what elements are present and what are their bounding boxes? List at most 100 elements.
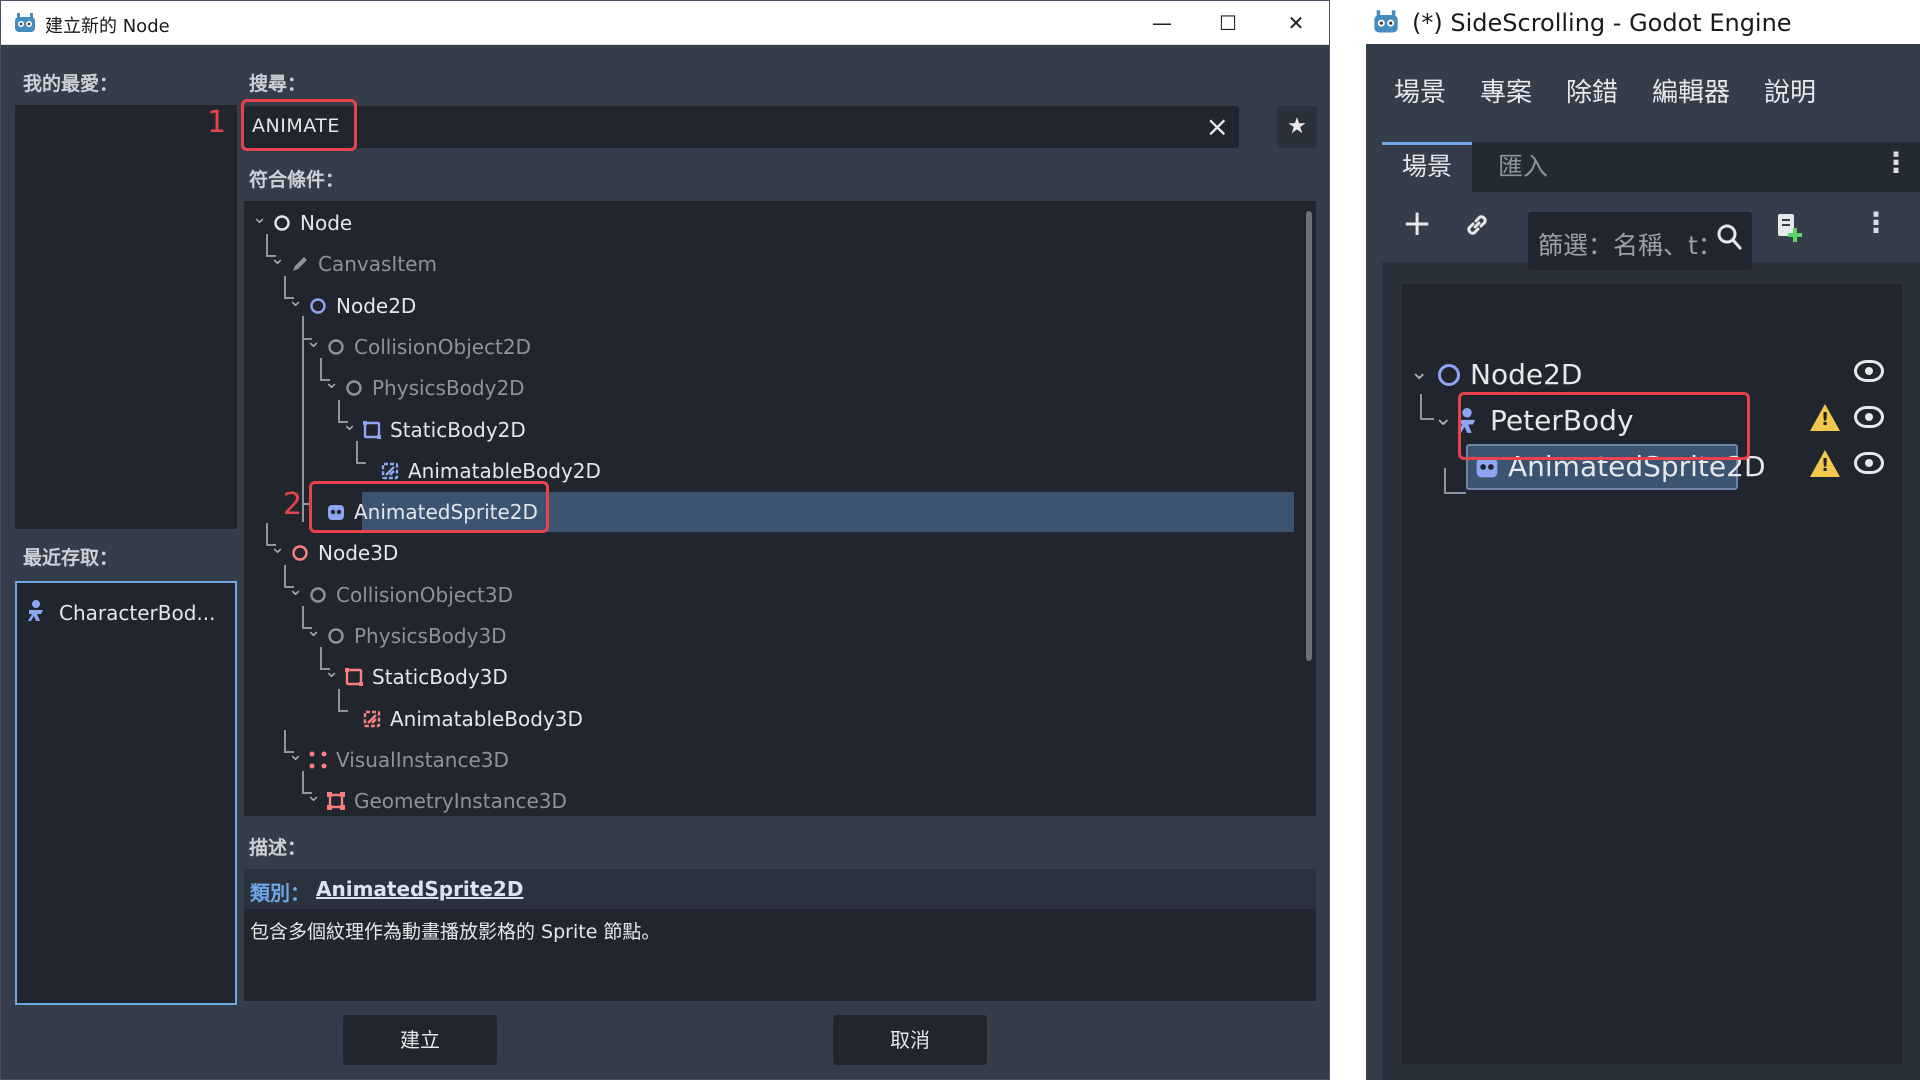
- favorite-star-button[interactable]: ★: [1277, 106, 1317, 148]
- dialog-title: 建立新的 Node: [45, 16, 170, 37]
- godot-icon: [15, 13, 35, 32]
- menu-debug[interactable]: 除錯: [1566, 72, 1618, 109]
- visual-instance-3d-icon: [309, 751, 327, 769]
- create-node-dialog: 建立新的 Node — ☐ ✕ 我的最愛： 最近存取： CharacterBod…: [0, 0, 1330, 1080]
- chevron-down-icon[interactable]: ⌄: [1410, 360, 1428, 385]
- description-header: 類別： AnimatedSprite2D: [244, 869, 1316, 909]
- tab-scene[interactable]: 場景: [1382, 142, 1473, 192]
- filter-input[interactable]: 篩選：名稱、t：: [1528, 212, 1752, 270]
- recent-item-label: CharacterBod...: [59, 601, 216, 625]
- visibility-eye-icon[interactable]: [1854, 360, 1884, 382]
- recent-list[interactable]: CharacterBod...: [15, 581, 237, 1005]
- tree-row-geometryinstance3d[interactable]: ⌄ GeometryInstance3D: [244, 781, 1294, 816]
- chevron-down-icon[interactable]: ⌄: [252, 207, 267, 228]
- tree-row-label: CollisionObject3D: [336, 582, 514, 607]
- minimize-button[interactable]: —: [1129, 1, 1195, 45]
- tree-row-label: AnimatableBody2D: [408, 458, 601, 483]
- node-circle-icon: [274, 215, 290, 231]
- node-circle-icon: [328, 339, 344, 355]
- recent-label: 最近存取：: [23, 547, 119, 569]
- attach-script-icon[interactable]: [1774, 210, 1806, 244]
- tree-row-physicsbody2d[interactable]: ⌄ PhysicsBody2D: [244, 368, 1294, 408]
- tree-row-label: StaticBody3D: [372, 665, 508, 690]
- link-icon[interactable]: [1462, 210, 1492, 240]
- warning-icon[interactable]: [1810, 404, 1840, 431]
- chevron-down-icon[interactable]: ⌄: [324, 372, 339, 393]
- tree-row-collisionobject2d[interactable]: ⌄ CollisionObject2D: [244, 327, 1294, 367]
- editor-titlebar: (*) SideScrolling - Godot Engine: [1366, 0, 1920, 44]
- search-input[interactable]: ANIMATE ×: [244, 106, 1239, 148]
- cancel-button[interactable]: 取消: [833, 1015, 987, 1065]
- tree-row-animatablebody3d[interactable]: AnimatableBody3D: [244, 699, 1294, 739]
- chevron-down-icon[interactable]: ⌄: [288, 579, 303, 600]
- menu-help[interactable]: 說明: [1764, 72, 1816, 109]
- tree-row-node2d[interactable]: ⌄ Node2D: [244, 286, 1294, 326]
- tree-row-node[interactable]: ⌄ Node: [244, 203, 1294, 243]
- node-circle-icon: [346, 380, 362, 396]
- chevron-down-icon[interactable]: ⌄: [306, 331, 321, 352]
- dock-menu-icon[interactable]: ⋮: [1882, 146, 1910, 179]
- node2d-circle-icon: [310, 297, 326, 314]
- node-circle-icon: [328, 628, 344, 644]
- tree-row-node3d[interactable]: ⌄ Node3D: [244, 533, 1294, 573]
- scene-dock: 場景 匯入 ⋮ + ⋮ 篩選：名稱、t： ⌄ Node2D ⌄ PeterBod…: [1382, 142, 1920, 1080]
- maximize-button[interactable]: ☐: [1195, 1, 1261, 45]
- scene-node-highlight-box: [1458, 392, 1750, 460]
- favorites-label: 我的最愛：: [23, 73, 119, 95]
- tree-row-staticbody3d[interactable]: ⌄ StaticBody3D: [244, 657, 1294, 697]
- static-body-3d-icon: [345, 668, 363, 687]
- godot-icon: [1374, 10, 1398, 33]
- tab-import[interactable]: 匯入: [1478, 142, 1568, 192]
- pencil-icon: [293, 257, 307, 272]
- chevron-down-icon[interactable]: ⌄: [306, 620, 321, 641]
- tree-row-collisionobject3d[interactable]: ⌄ CollisionObject3D: [244, 575, 1294, 615]
- chevron-down-icon[interactable]: ⌄: [342, 414, 357, 435]
- dock-tabs: 場景 匯入 ⋮: [1382, 142, 1920, 192]
- chevron-down-icon[interactable]: ⌄: [1434, 406, 1452, 431]
- visibility-eye-icon[interactable]: [1854, 406, 1884, 428]
- favorites-list[interactable]: [15, 105, 237, 529]
- menu-project[interactable]: 專案: [1480, 72, 1532, 109]
- chevron-down-icon[interactable]: ⌄: [288, 744, 303, 765]
- tree-row-visualinstance3d[interactable]: ⌄ VisualInstance3D: [244, 740, 1294, 780]
- clear-icon[interactable]: ×: [1206, 110, 1229, 143]
- chevron-down-icon[interactable]: ⌄: [306, 785, 321, 806]
- chevron-down-icon[interactable]: ⌄: [270, 537, 285, 558]
- menu-editor[interactable]: 編輯器: [1652, 72, 1730, 109]
- tree-row-label: CanvasItem: [318, 252, 437, 277]
- class-link[interactable]: AnimatedSprite2D: [316, 877, 523, 901]
- tree-row-label: PhysicsBody2D: [372, 376, 525, 401]
- tree-row-label: StaticBody2D: [390, 417, 526, 442]
- tree-row-staticbody2d[interactable]: ⌄ StaticBody2D: [244, 410, 1294, 450]
- tree-row-label: Node3D: [318, 541, 399, 566]
- add-node-icon[interactable]: +: [1402, 204, 1432, 244]
- description-body: 包含多個紋理作為動畫播放影格的 Sprite 節點。: [244, 909, 1316, 1001]
- search-icon: [1717, 224, 1742, 250]
- filter-placeholder: 篩選：名稱、t：: [1538, 231, 1723, 260]
- godot-editor-window: (*) SideScrolling - Godot Engine 場景 專案 除…: [1366, 0, 1920, 1080]
- scene-menu-icon[interactable]: ⋮: [1862, 206, 1890, 239]
- recent-item[interactable]: CharacterBod...: [17, 595, 235, 631]
- chevron-down-icon[interactable]: ⌄: [324, 661, 339, 682]
- chevron-down-icon[interactable]: ⌄: [288, 290, 303, 311]
- annotation-number-1: 1: [207, 105, 227, 140]
- create-button[interactable]: 建立: [343, 1015, 497, 1065]
- scene-node-label: Node2D: [1470, 358, 1583, 391]
- node-circle-icon: [310, 586, 326, 603]
- tree-row-label: AnimatableBody3D: [390, 706, 583, 731]
- character-body-icon: [28, 600, 43, 621]
- close-button[interactable]: ✕: [1263, 1, 1329, 45]
- star-icon: ★: [1287, 114, 1307, 139]
- search-highlight-box: [241, 99, 357, 151]
- menu-scene[interactable]: 場景: [1394, 72, 1446, 109]
- description-text: 包含多個紋理作為動畫播放影格的 Sprite 節點。: [250, 921, 661, 943]
- editor-title: (*) SideScrolling - Godot Engine: [1412, 9, 1792, 37]
- menu-bar: 場景 專案 除錯 編輯器 說明: [1366, 66, 1920, 116]
- tree-row-physicsbody3d[interactable]: ⌄ PhysicsBody3D: [244, 616, 1294, 656]
- tree-row-canvasitem[interactable]: ⌄ CanvasItem: [244, 244, 1294, 284]
- visibility-eye-icon[interactable]: [1854, 452, 1884, 474]
- chevron-down-icon[interactable]: ⌄: [270, 248, 285, 269]
- dialog-titlebar: 建立新的 Node — ☐ ✕: [1, 1, 1329, 45]
- tree-scrollbar[interactable]: [1306, 211, 1312, 661]
- warning-icon[interactable]: [1810, 450, 1840, 477]
